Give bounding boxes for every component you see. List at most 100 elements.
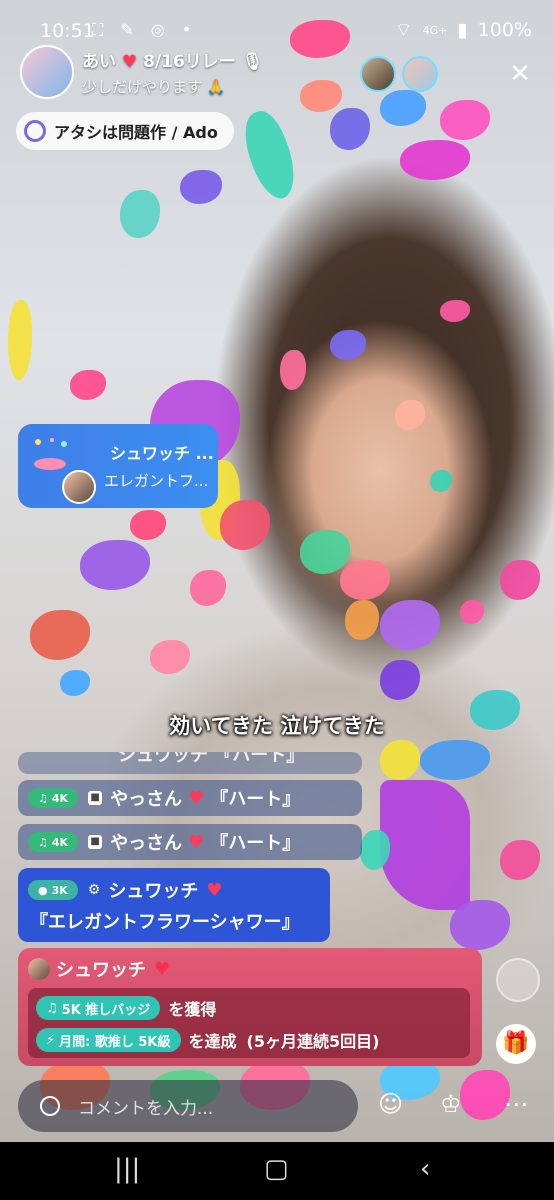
chat-text: シュワッチ 『ハート』 [118,752,305,766]
heart-effect-button[interactable] [496,958,540,1002]
lightning-icon: ⚡ [46,1032,56,1048]
song-chip[interactable]: アタシは問題作 / Ado [16,112,234,150]
push-badge: ♫ 5K 推しバッジ [36,996,161,1020]
achievement-message[interactable]: シュワッチ ♥ ♫ 5K 推しバッジ を獲得 ⚡ 月間: 歌推し 5K級 を達成 (… [18,948,482,1066]
heart-icon: ♥ [188,787,205,809]
fan-level-badge: ● 3K [28,880,78,900]
fan-level-badge: ♫ 4K [28,788,79,808]
relay-count: 8/16リレー [143,52,236,72]
recent-apps-icon[interactable]: ||| [114,1154,140,1184]
chat-username: シュワッチ [108,881,199,902]
gift-chat-message[interactable]: ● 3K ⚙ シュワッチ ♥ 『エレガントフラワーシャワー』 [18,868,330,942]
music-disc-icon [24,120,46,142]
search-icon [40,1096,60,1116]
battery-level: 100% [477,19,532,41]
confetti-decoration [450,900,510,950]
crown-icon[interactable]: ♔ [440,1090,462,1118]
chat-text: 『ハート』 [210,833,301,854]
system-nav-bar: ||| ▢ ‹ [0,1142,554,1200]
message-icon: ■ [88,791,103,805]
chat-message[interactable]: ♫ 4K ■ やっさん ♥ 『ハート』 [18,824,362,860]
confetti-decoration [70,370,106,400]
host-name-row: あい ♥ 8/16リレー 🎙 [82,47,263,72]
confetti-decoration [235,105,305,205]
chat-text: 『ハート』 [210,789,301,810]
confetti-decoration [150,640,190,674]
guest-avatar[interactable] [360,56,396,92]
mic-icon: 🎙 [241,52,264,72]
gift-notification[interactable]: シュワッチ ... エレガントフ... [18,424,218,508]
gift-sender-name: シュワッチ ... [110,444,214,463]
confetti-decoration [330,108,370,150]
network-label: 4G+ [422,23,448,37]
achievement-username: シュワッチ [56,960,146,981]
home-icon[interactable]: ▢ [264,1154,289,1184]
music-note-icon: ♫ [46,1000,58,1016]
song-label: アタシは問題作 / Ado [54,123,218,142]
fan-level: 4K [51,835,69,849]
host-name: あい [82,52,116,72]
monthly-badge: ⚡ 月間: 歌推し 5K級 [36,1028,181,1052]
confetti-decoration [130,510,166,540]
fan-level: 4K [51,791,69,805]
confetti-decoration [500,560,540,600]
confetti-decoration [460,1070,510,1120]
confetti-decoration [380,660,420,700]
badge-label: 月間: 歌推し 5K級 [59,1034,171,1050]
host-profile[interactable]: あい ♥ 8/16リレー 🎙 少しだけやります 🙏 [20,45,263,99]
sender-avatar [62,470,96,504]
confetti-decoration [380,740,420,780]
wifi-icon: ⌔ [394,19,413,41]
confetti-decoration [460,600,484,624]
confetti-decoration [220,500,270,550]
confetti-decoration [120,190,160,238]
confetti-decoration [430,470,452,492]
confetti-decoration [30,610,90,660]
badge-icon: ● [38,883,48,897]
confetti-decoration [400,140,470,180]
confetti-decoration [280,350,306,390]
confetti-decoration [8,300,32,380]
confetti-decoration [440,100,490,140]
confetti-decoration [380,600,440,650]
confetti-decoration [500,840,540,880]
confetti-decoration [300,80,342,112]
music-note-icon: ♫ [38,835,48,849]
close-icon[interactable]: ✕ [502,56,538,92]
sparkle-gift-icon [28,434,76,474]
gift-icon[interactable]: 🎁 [496,1024,536,1064]
confetti-decoration [60,670,90,696]
music-note-icon: ♫ [38,791,48,805]
achievement-text: を獲得 [168,1000,217,1019]
back-icon[interactable]: ‹ [420,1154,430,1184]
confetti-decoration [440,300,470,322]
comment-placeholder: コメントを入力... [78,1098,214,1119]
heart-icon: ♥ [206,879,223,901]
guest-avatars[interactable] [360,56,438,92]
confetti-decoration [420,740,490,780]
heart-icon: ♥ [121,52,138,72]
badge-label: 5K 推しバッジ [61,1002,151,1018]
emoji-icon[interactable]: ☺ [378,1090,403,1118]
comment-input[interactable]: コメントを入力... [18,1080,358,1132]
guest-avatar[interactable] [402,56,438,92]
host-subtitle: 少しだけやります [82,78,203,96]
fan-level-badge: ♫ 4K [28,832,79,852]
heart-icon: ♥ [188,831,205,853]
more-icon[interactable]: ⋯ [504,1090,528,1118]
host-avatar[interactable] [20,45,74,99]
user-avatar [28,958,50,980]
gear-icon: ⚙ [87,882,101,898]
signal-icon: ▮ [457,19,468,41]
chat-username: やっさん [110,833,183,854]
confetti-decoration [345,600,379,640]
confetti-decoration [380,90,426,126]
status-time: 10:51 [40,20,95,42]
achievement-note: (5ヶ月連続5回目) [246,1032,380,1051]
confetti-decoration [80,540,150,590]
confetti-decoration [395,400,425,430]
chat-message[interactable]: ♫ 4K ■ やっさん ♥ 『ハート』 [18,780,362,816]
achievement-text: を達成 [188,1032,237,1051]
heart-icon: ♥ [154,958,171,980]
confetti-decoration [330,330,366,360]
